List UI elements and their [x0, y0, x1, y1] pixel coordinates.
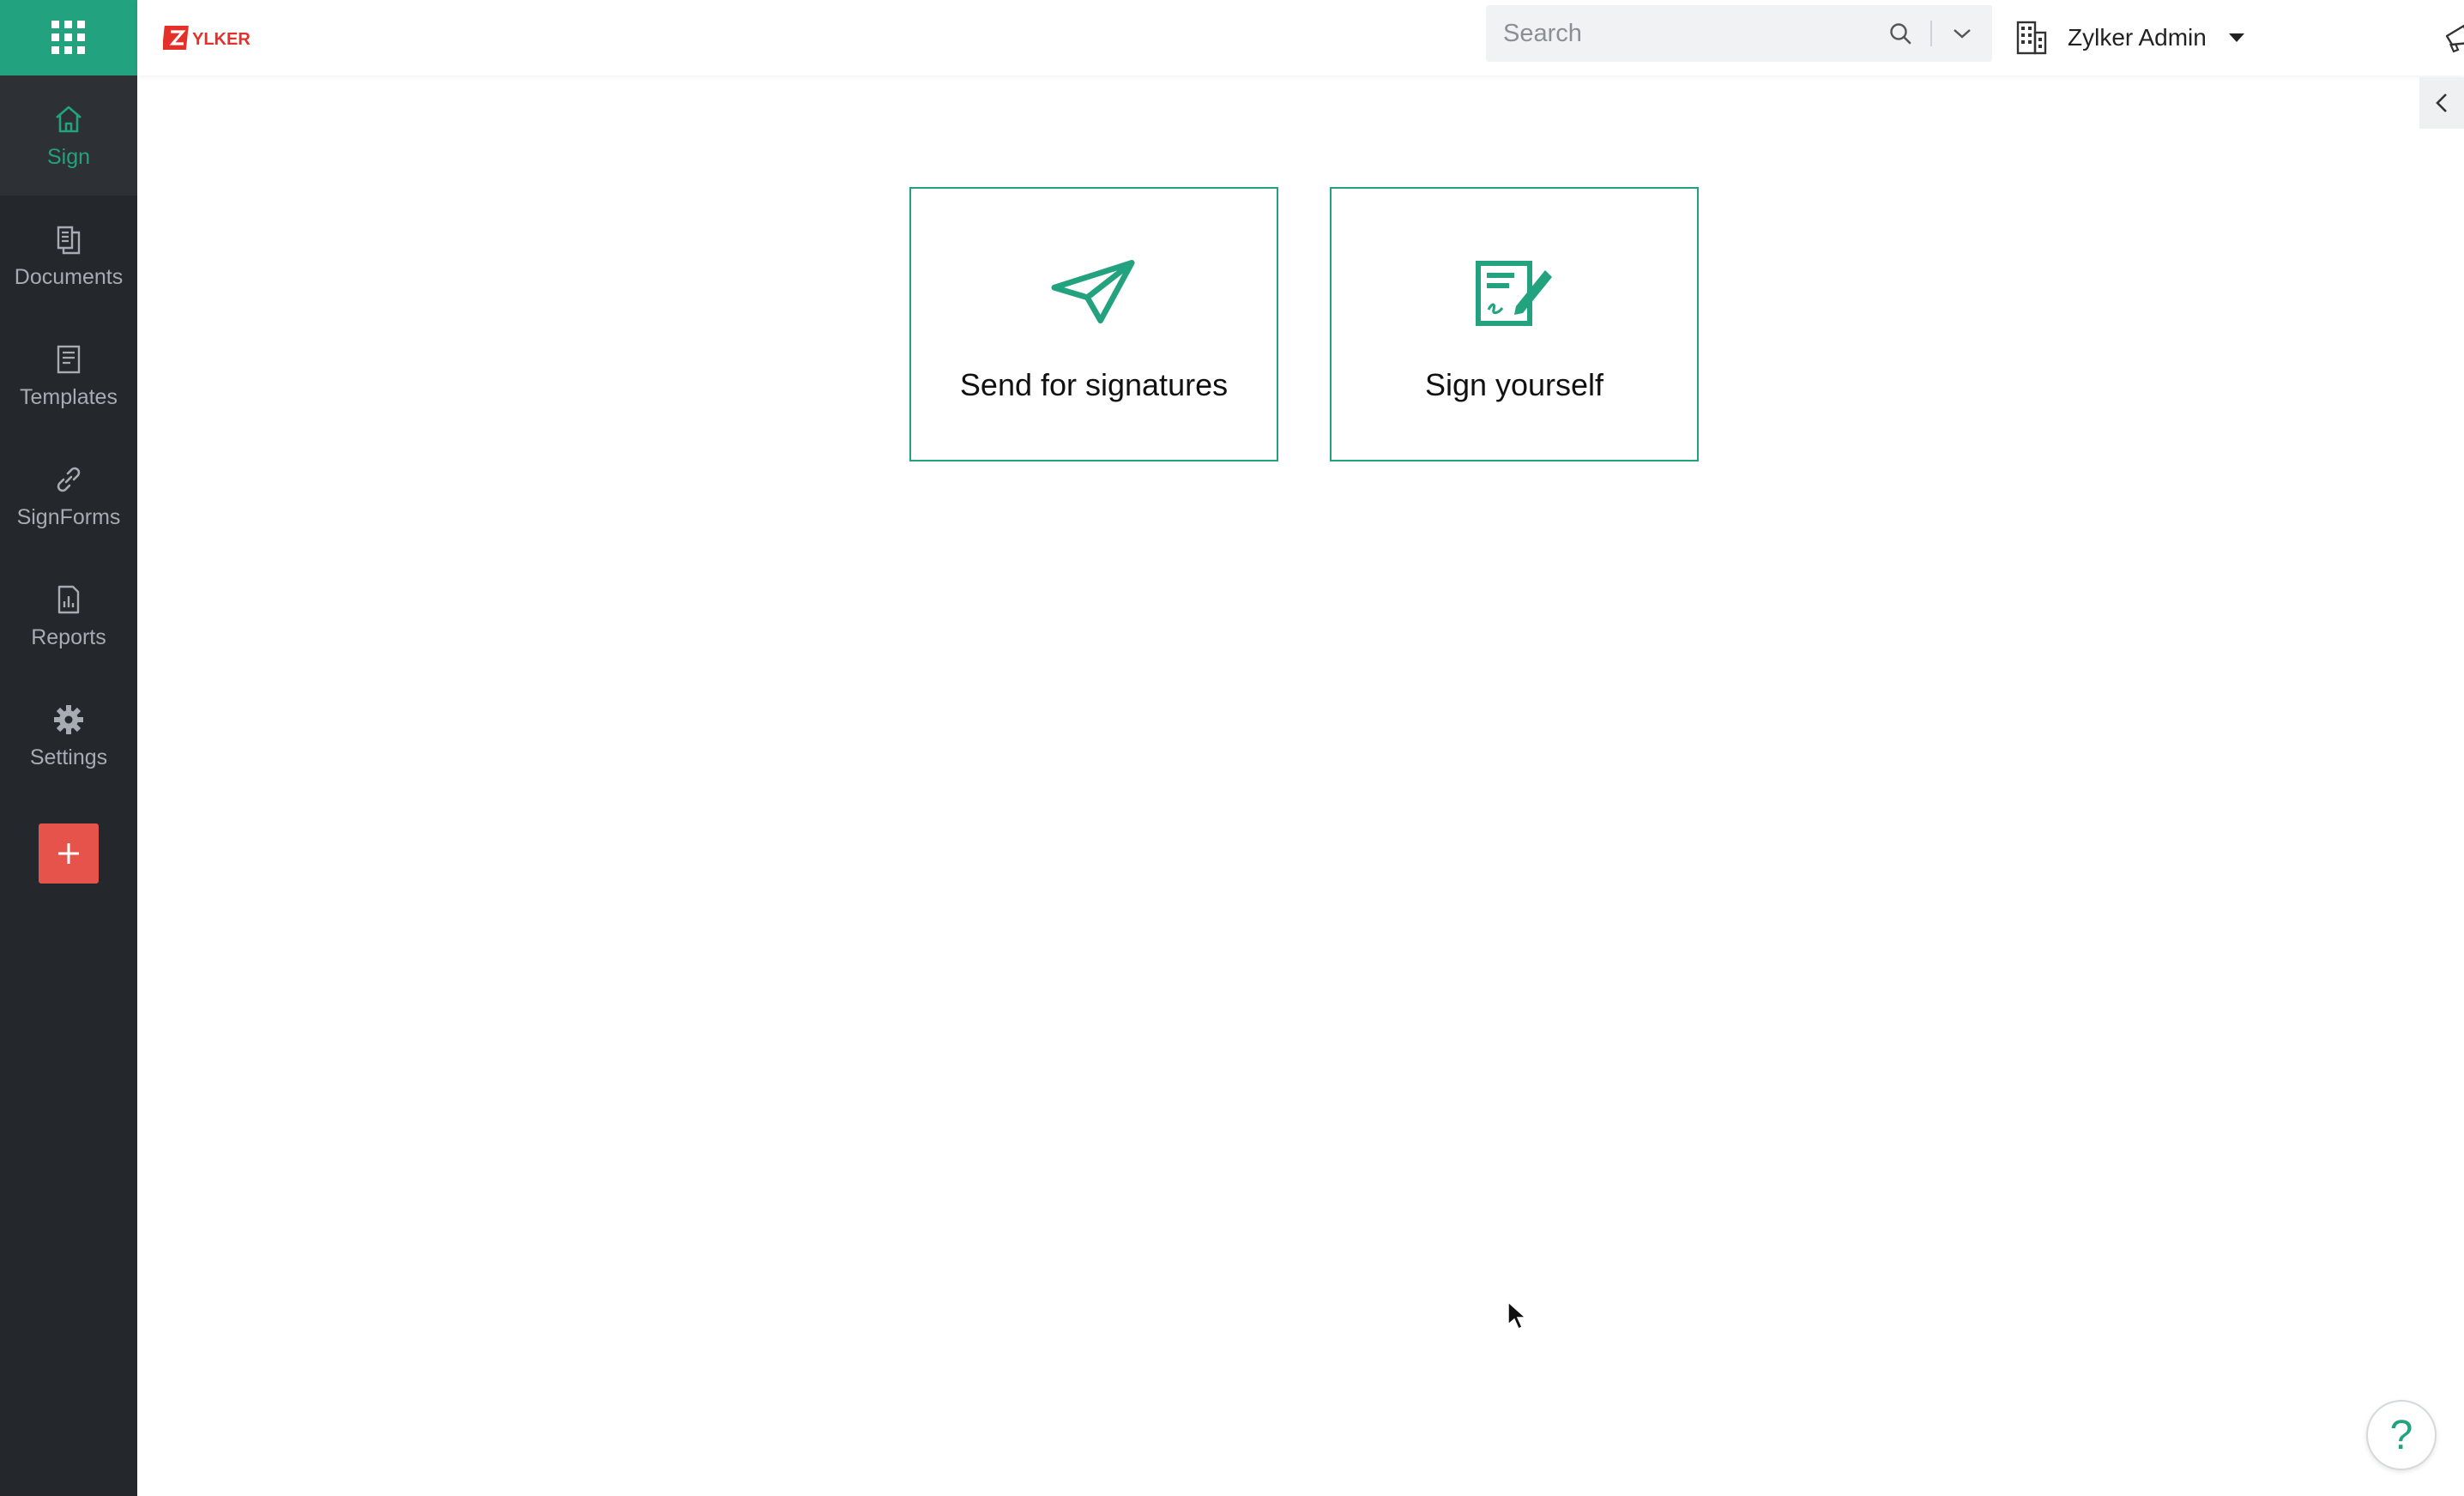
- sidebar-item-label: Templates: [20, 384, 118, 409]
- organization-name: Zylker Admin: [2068, 24, 2207, 51]
- send-for-signatures-card[interactable]: Send for signatures: [909, 187, 1278, 461]
- grid-icon: [51, 21, 85, 54]
- help-button[interactable]: ?: [2366, 1400, 2437, 1470]
- card-label: Sign yourself: [1424, 367, 1604, 402]
- svg-text:YLKER: YLKER: [192, 30, 251, 49]
- search-icon[interactable]: [1870, 5, 1930, 62]
- sidebar-item-documents[interactable]: Documents: [0, 196, 137, 316]
- gear-icon: [54, 704, 83, 734]
- action-cards: Send for signatures Sign yourself: [909, 187, 1699, 461]
- link-icon: [57, 467, 81, 492]
- templates-icon: [57, 345, 81, 373]
- documents-icon: [57, 226, 81, 254]
- sidebar-item-label: Sign: [46, 144, 91, 169]
- sidebar-item-templates[interactable]: Templates: [0, 316, 137, 436]
- brand-logo[interactable]: YLKER: [163, 21, 252, 55]
- top-bar: YLKER Search Zylker Admin: [137, 0, 2464, 75]
- mouse-cursor-icon: [1507, 1300, 1527, 1330]
- zylker-logo-icon: YLKER: [163, 26, 251, 50]
- organization-switcher[interactable]: Zylker Admin: [2013, 12, 2244, 63]
- sidebar-item-signforms[interactable]: SignForms: [0, 436, 137, 556]
- search-input[interactable]: [1486, 5, 1870, 62]
- plus-icon: [58, 843, 79, 864]
- sidebar-item-label: Reports: [31, 624, 106, 649]
- reports-icon: [57, 585, 80, 613]
- card-label: Send for signatures: [959, 367, 1229, 402]
- chevron-left-icon: [2436, 94, 2447, 112]
- help-label: ?: [2389, 1412, 2413, 1458]
- caret-down-icon: [2228, 33, 2244, 42]
- home-icon: [56, 106, 82, 132]
- sidebar-nav: Sign Documents Templates SignForms Repor…: [0, 75, 137, 796]
- add-new-button[interactable]: [39, 823, 99, 884]
- sidebar-item-sign[interactable]: Sign: [0, 75, 137, 196]
- sidebar-item-label: SignForms: [16, 504, 121, 529]
- sidebar-item-label: Settings: [29, 745, 108, 769]
- sidebar: Sign Documents Templates SignForms Repor…: [0, 0, 137, 1496]
- search-bar: [1486, 5, 1992, 62]
- megaphone-icon: [2445, 24, 2464, 53]
- sidebar-item-reports[interactable]: Reports: [0, 556, 137, 676]
- announcements-button[interactable]: [2437, 14, 2464, 62]
- collapse-panel-button[interactable]: [2419, 77, 2464, 129]
- paper-plane-icon: [1051, 256, 1137, 329]
- app-launcher-button[interactable]: [0, 0, 137, 75]
- sign-document-icon: [1471, 256, 1557, 329]
- search-options-chevron-icon[interactable]: [1932, 5, 1992, 62]
- sidebar-item-settings[interactable]: Settings: [0, 676, 137, 796]
- sign-yourself-card[interactable]: Sign yourself: [1330, 187, 1699, 461]
- building-icon: [2016, 21, 2047, 55]
- sidebar-item-label: Documents: [14, 264, 124, 289]
- app-root: Sign Documents Templates SignForms Repor…: [0, 0, 2464, 1496]
